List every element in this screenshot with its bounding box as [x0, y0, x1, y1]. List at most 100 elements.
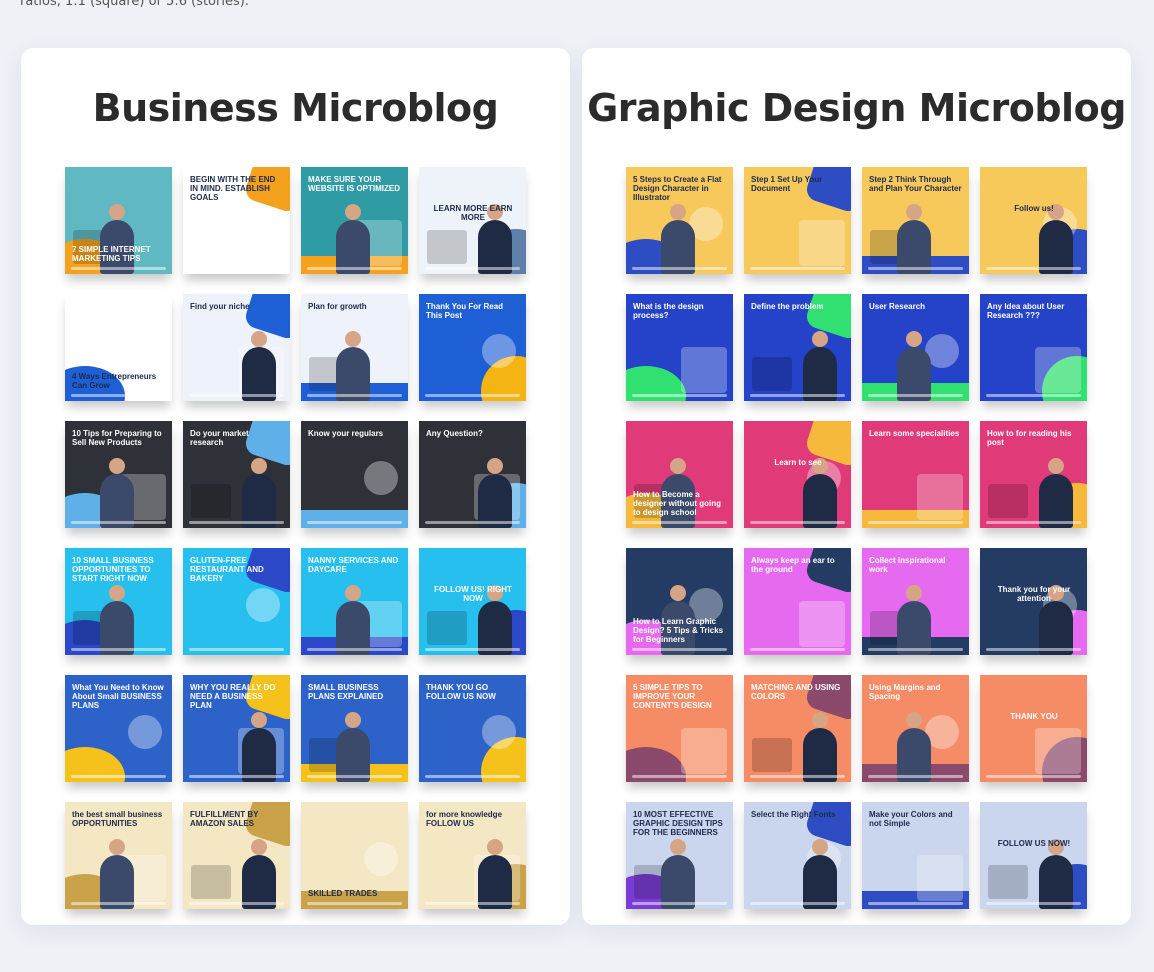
microblog-thumbnail[interactable]: GLUTEN-FREE RESTAURANT AND BAKERY [183, 548, 290, 655]
photo-placeholder [752, 738, 792, 772]
microblog-thumbnail[interactable]: FOLLOW US! RIGHT NOW [419, 548, 526, 655]
microblog-thumbnail[interactable]: LEARN MORE EARN MORE [419, 167, 526, 274]
tile-heading: 4 Ways Entrepreneurs Can Grow [72, 372, 157, 391]
tile-footer-bar [986, 521, 1081, 524]
microblog-thumbnail[interactable]: MAKE SURE YOUR WEBSITE IS OPTIMIZED [301, 167, 408, 274]
microblog-thumbnail[interactable]: Learn some specialities [862, 421, 969, 528]
person-figure [803, 458, 837, 528]
tile-footer-bar [425, 648, 520, 651]
photo-placeholder [681, 347, 727, 393]
tile-heading: Learn to see [774, 458, 822, 467]
microblog-thumbnail[interactable]: User Research [862, 294, 969, 401]
tile-footer-bar [632, 775, 727, 778]
microblog-thumbnail[interactable]: How to for reading his post [980, 421, 1087, 528]
microblog-thumbnail[interactable]: Find your niche [183, 294, 290, 401]
tile-footer-bar [632, 648, 727, 651]
tile-footer-bar [750, 267, 845, 270]
graphic-design-microblog-panel: Graphic Design Microblog 5 Steps to Crea… [582, 48, 1131, 925]
person-figure [242, 712, 276, 782]
microblog-thumbnail[interactable]: Plan for growth [301, 294, 408, 401]
panel-title: Graphic Design Microblog [587, 86, 1126, 130]
microblog-thumbnail[interactable]: Always keep an ear to the ground [744, 548, 851, 655]
tile-heading: Any Question? [426, 429, 483, 438]
tile-footer-bar [189, 267, 284, 270]
person-figure [336, 331, 370, 401]
tile-heading: 10 MOST EFFECTIVE GRAPHIC DESIGN TIPS FO… [633, 810, 723, 837]
microblog-thumbnail[interactable]: SKILLED TRADES [301, 802, 408, 909]
microblog-thumbnail[interactable]: 4 Ways Entrepreneurs Can Grow [65, 294, 172, 401]
microblog-thumbnail[interactable]: 10 MOST EFFECTIVE GRAPHIC DESIGN TIPS FO… [626, 802, 733, 909]
microblog-thumbnail[interactable]: Do your market research [183, 421, 290, 528]
microblog-thumbnail[interactable]: THANK YOU [980, 675, 1087, 782]
microblog-thumbnail[interactable]: Follow us! [980, 167, 1087, 274]
tile-heading: Step 1 Set Up Your Document [751, 175, 823, 193]
microblog-thumbnail[interactable]: Collect inspirational work [862, 548, 969, 655]
person-figure [100, 585, 134, 655]
tile-footer-bar [307, 902, 402, 905]
person-figure [100, 839, 134, 909]
microblog-thumbnail[interactable]: the best small business OPPORTUNITIES [65, 802, 172, 909]
tile-footer-bar [307, 648, 402, 651]
tile-footer-bar [868, 521, 963, 524]
microblog-thumbnail[interactable]: Learn to see [744, 421, 851, 528]
business-microblog-panel: Business Microblog 7 SIMPLE INTERNET MAR… [21, 48, 570, 925]
tile-heading: Learn some specialities [869, 429, 960, 438]
microblog-thumbnail[interactable]: SMALL BUSINESS PLANS EXPLAINED [301, 675, 408, 782]
microblog-thumbnail[interactable]: Know your regulars [301, 421, 408, 528]
microblog-thumbnail[interactable]: Thank You For Read This Post [419, 294, 526, 401]
person-figure [803, 839, 837, 909]
microblog-thumbnail[interactable]: How to Become a designer without going t… [626, 421, 733, 528]
microblog-thumbnail[interactable]: WHY YOU REALLY DO NEED A BUSINESS PLAN [183, 675, 290, 782]
tile-footer-bar [632, 267, 727, 270]
tile-footer-bar [307, 521, 402, 524]
microblog-thumbnail[interactable]: MATCHING AND USING COLORS [744, 675, 851, 782]
tile-heading: What is the design process? [633, 302, 704, 320]
microblog-thumbnail[interactable]: Step 1 Set Up Your Document [744, 167, 851, 274]
photo-placeholder [917, 474, 963, 520]
microblog-thumbnail[interactable]: BEGIN WITH THE END IN MIND. ESTABLISH GO… [183, 167, 290, 274]
tile-footer-bar [307, 775, 402, 778]
microblog-thumbnail[interactable]: Any Question? [419, 421, 526, 528]
microblog-thumbnail[interactable]: Using Margins and Spacing [862, 675, 969, 782]
tile-heading: Thank You For Read This Post [426, 302, 504, 320]
microblog-thumbnail[interactable]: Step 2 Think Through and Plan Your Chara… [862, 167, 969, 274]
microblog-thumbnail[interactable]: 7 SIMPLE INTERNET MARKETING TIPS [65, 167, 172, 274]
microblog-thumbnail[interactable]: Select the Right Fonts [744, 802, 851, 909]
tile-footer-bar [71, 521, 166, 524]
microblog-thumbnail[interactable]: Any Idea about User Research ??? [980, 294, 1087, 401]
microblog-thumbnail[interactable]: for more knowledge FOLLOW US [419, 802, 526, 909]
tile-footer-bar [750, 394, 845, 397]
tile-footer-bar [71, 775, 166, 778]
tile-heading: Step 2 Think Through and Plan Your Chara… [869, 175, 962, 193]
person-figure [242, 458, 276, 528]
microblog-thumbnail[interactable]: FULFILLMENT BY AMAZON SALES [183, 802, 290, 909]
person-figure [803, 331, 837, 401]
microblog-thumbnail[interactable]: 5 SIMPLE TIPS TO IMPROVE YOUR CONTENT'S … [626, 675, 733, 782]
person-figure [897, 585, 931, 655]
microblog-thumbnail[interactable]: 10 SMALL BUSINESS OPPORTUNITIES TO START… [65, 548, 172, 655]
microblog-thumbnail[interactable]: Thank you for your attention [980, 548, 1087, 655]
microblog-thumbnail[interactable]: THANK YOU GO FOLLOW US NOW [419, 675, 526, 782]
person-figure [336, 585, 370, 655]
tile-footer-bar [986, 394, 1081, 397]
microblog-thumbnail[interactable]: 5 Steps to Create a Flat Design Characte… [626, 167, 733, 274]
tile-heading: for more knowledge FOLLOW US [426, 810, 503, 828]
microblog-thumbnail[interactable]: Define the problem [744, 294, 851, 401]
microblog-thumbnail[interactable]: What You Need to Know About Small BUSINE… [65, 675, 172, 782]
tile-heading: 5 Steps to Create a Flat Design Characte… [633, 175, 722, 202]
tile-footer-bar [71, 902, 166, 905]
tile-footer-bar [189, 775, 284, 778]
microblog-thumbnail[interactable]: How to Learn Graphic Design? 5 Tips & Tr… [626, 548, 733, 655]
microblog-thumbnail[interactable]: NANNY SERVICES AND DAYCARE [301, 548, 408, 655]
tile-heading: Using Margins and Spacing [869, 683, 941, 701]
microblog-thumbnail[interactable]: Make your Colors and not Simple [862, 802, 969, 909]
tile-heading: 10 Tips for Preparing to Sell New Produc… [72, 429, 162, 447]
tile-heading: User Research [869, 302, 926, 311]
microblog-thumbnail[interactable]: What is the design process? [626, 294, 733, 401]
microblog-thumbnail[interactable]: FOLLOW US NOW! [980, 802, 1087, 909]
microblog-thumbnail[interactable]: 10 Tips for Preparing to Sell New Produc… [65, 421, 172, 528]
tile-footer-bar [307, 267, 402, 270]
tile-footer-bar [307, 394, 402, 397]
photo-placeholder [246, 207, 280, 241]
person-figure [661, 839, 695, 909]
